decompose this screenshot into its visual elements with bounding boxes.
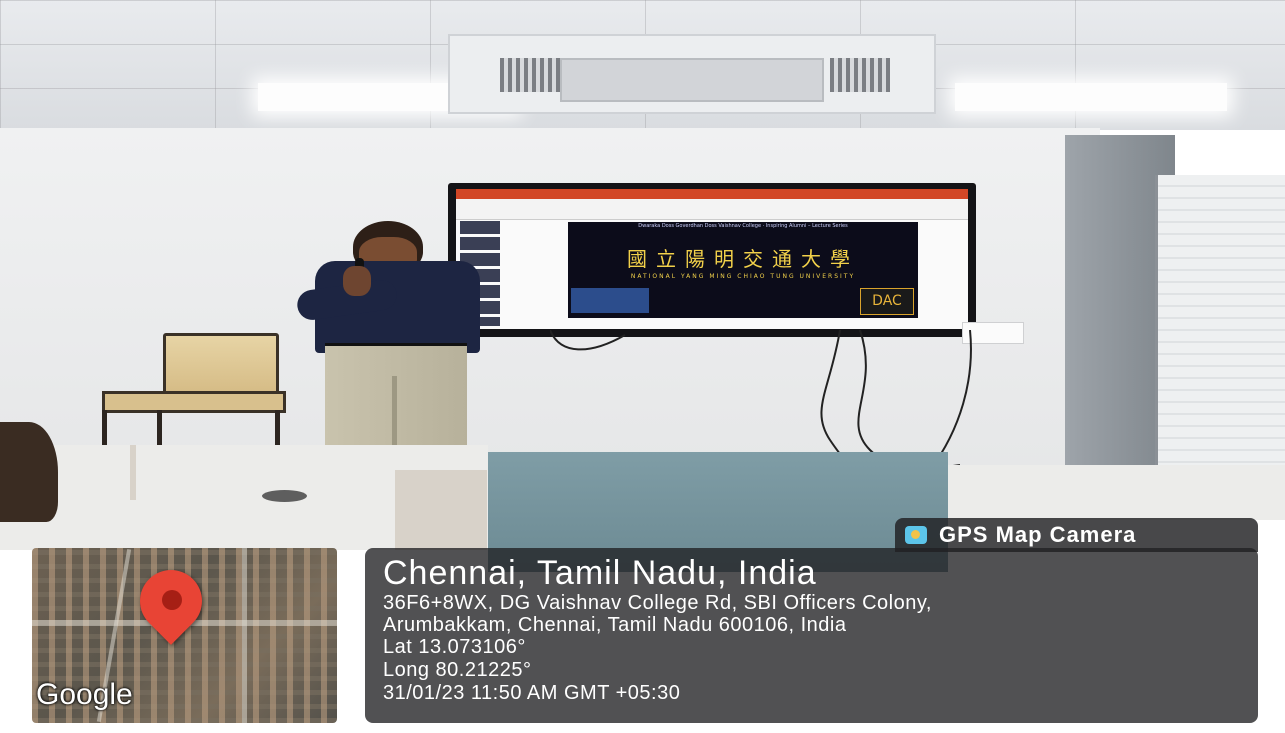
speaker-trousers bbox=[325, 346, 467, 453]
toolbar bbox=[456, 199, 968, 220]
current-slide: Dwaraka Doss Goverdhan Doss Vaishnav Col… bbox=[568, 222, 918, 318]
university-name-english: NATIONAL YANG MING CHIAO TUNG UNIVERSITY bbox=[630, 273, 856, 280]
longitude: Long 80.21225° bbox=[383, 659, 532, 681]
ceiling bbox=[0, 0, 1285, 130]
frosted-glass-door bbox=[1155, 175, 1285, 475]
hanging-cable bbox=[550, 330, 626, 351]
ceiling-light bbox=[955, 83, 1227, 111]
dac-logo: DAC bbox=[860, 288, 914, 315]
app-name: GPS Map Camera bbox=[939, 522, 1137, 547]
presentation-window: Dwaraka Doss Goverdhan Doss Vaishnav Col… bbox=[456, 189, 968, 329]
timestamp: 31/01/23 11:50 AM GMT +05:30 bbox=[383, 682, 681, 704]
department-logo bbox=[571, 288, 649, 313]
app-ribbon bbox=[456, 189, 968, 199]
display-screen: Dwaraka Doss Goverdhan Doss Vaishnav Col… bbox=[448, 183, 976, 337]
address-line-2: Arumbakkam, Chennai, Tamil Nadu 600106, … bbox=[383, 614, 847, 636]
address-line-1: 36F6+8WX, DG Vaishnav College Rd, SBI Of… bbox=[383, 592, 932, 614]
gps-app-badge: GPS Map Camera bbox=[895, 518, 1258, 552]
chair bbox=[97, 333, 287, 445]
desk-right bbox=[948, 465, 1285, 520]
latitude: Lat 13.073106° bbox=[383, 636, 526, 658]
computer-mouse bbox=[262, 490, 307, 502]
map-provider-label: Google bbox=[36, 678, 133, 711]
slide-header: Dwaraka Doss Goverdhan Doss Vaishnav Col… bbox=[638, 223, 848, 229]
place-name: Chennai, Tamil Nadu, India bbox=[383, 554, 817, 592]
speaker bbox=[295, 218, 485, 453]
air-conditioner bbox=[448, 34, 936, 114]
audience-member bbox=[0, 422, 58, 522]
gps-camera-icon bbox=[905, 526, 927, 544]
university-name-chinese: 國立陽明交通大學 bbox=[627, 247, 859, 271]
photo-scene: Dwaraka Doss Goverdhan Doss Vaishnav Col… bbox=[0, 0, 1285, 733]
